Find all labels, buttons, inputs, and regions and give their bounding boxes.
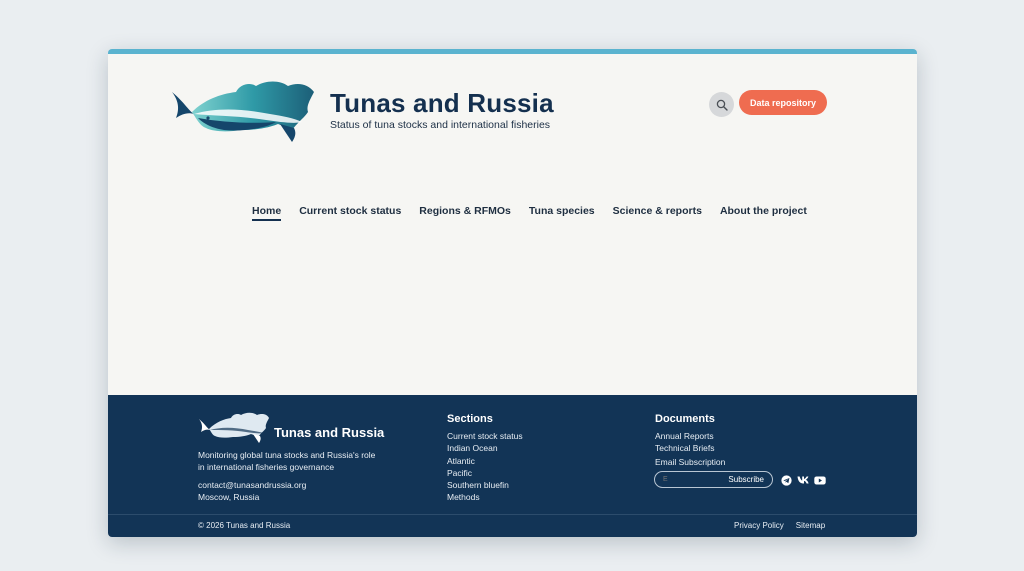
social-links (780, 474, 826, 486)
subscription-email-input[interactable] (663, 476, 723, 483)
nav-item-about-project[interactable]: About the project (720, 205, 807, 221)
data-repository-button[interactable]: Data repository (739, 90, 827, 115)
subscribe-button[interactable]: Subscribe (728, 475, 764, 484)
footer-divider (108, 514, 917, 515)
site-logo[interactable] (170, 78, 318, 144)
email-subscription-label: Email Subscription (655, 457, 726, 467)
nav-item-regions-rfmos[interactable]: Regions & RFMOs (419, 205, 511, 221)
nav-item-science-reports[interactable]: Science & reports (613, 205, 702, 221)
footer-email-link[interactable]: contact@tunasandrussia.org (198, 479, 306, 491)
footer-sections-list: Current stock status Indian Ocean Atlant… (447, 430, 523, 504)
nav-item-current-stock-status[interactable]: Current stock status (299, 205, 401, 221)
footer-documents-title: Documents (655, 413, 715, 425)
site-footer: Tunas and Russia Monitoring global tuna … (108, 395, 917, 537)
footer-link-annual-reports[interactable]: Annual Reports (655, 430, 715, 442)
footer-link-technical-briefs[interactable]: Technical Briefs (655, 442, 715, 454)
main-nav: Home Current stock status Regions & RFMO… (252, 205, 825, 221)
footer-link-southern-bluefin[interactable]: Southern bluefin (447, 479, 523, 491)
browser-page: Tunas and Russia Status of tuna stocks a… (108, 49, 917, 537)
footer-link-current-stock-status[interactable]: Current stock status (447, 430, 523, 442)
footer-link-atlantic[interactable]: Atlantic (447, 455, 523, 467)
sitemap-link[interactable]: Sitemap (796, 521, 825, 530)
site-title[interactable]: Tunas and Russia (330, 88, 554, 119)
telegram-icon[interactable] (780, 474, 792, 486)
footer-location: Moscow, Russia (198, 492, 260, 502)
footer-documents-list: Annual Reports Technical Briefs (655, 430, 715, 455)
footer-brand: Tunas and Russia (274, 425, 385, 440)
footer-contact: contact@tunasandrussia.org Moscow, Russi… (198, 479, 306, 503)
footer-legal-links: Privacy Policy Sitemap (734, 521, 825, 530)
footer-link-methods[interactable]: Methods (447, 491, 523, 503)
vk-icon[interactable] (797, 474, 809, 486)
privacy-policy-link[interactable]: Privacy Policy (734, 521, 784, 530)
footer-sections-title: Sections (447, 413, 493, 425)
footer-link-pacific[interactable]: Pacific (447, 467, 523, 479)
footer-copyright: © 2026 Tunas and Russia (198, 521, 291, 530)
nav-item-home[interactable]: Home (252, 205, 282, 221)
nav-item-tuna-species[interactable]: Tuna species (529, 205, 595, 221)
youtube-icon[interactable] (814, 474, 826, 486)
footer-description: Monitoring global tuna stocks and Russia… (198, 450, 376, 472)
site-tagline: Status of tuna stocks and international … (330, 119, 551, 131)
footer-link-indian-ocean[interactable]: Indian Ocean (447, 442, 523, 454)
search-button[interactable] (709, 92, 734, 117)
search-icon (716, 99, 728, 111)
footer-logo[interactable] (198, 411, 270, 445)
subscription-form: Subscribe (654, 471, 773, 488)
